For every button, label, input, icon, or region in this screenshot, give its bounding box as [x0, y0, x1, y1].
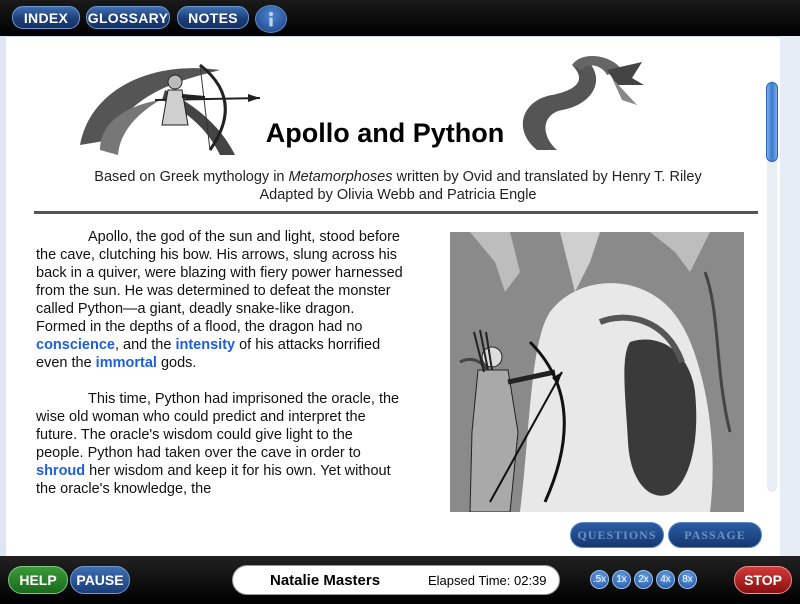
- adaptation-credit: Adapted by Olivia Webb and Patricia Engl…: [259, 187, 537, 203]
- paragraph-1: Apollo, the god of the sun and light, st…: [36, 229, 403, 371]
- glossary-button[interactable]: GLOSSARY: [86, 6, 170, 29]
- vocab-word-shroud[interactable]: shroud: [36, 463, 85, 479]
- vocab-word-intensity[interactable]: intensity: [175, 337, 235, 353]
- header-divider: [34, 211, 758, 214]
- vocab-word-immortal[interactable]: immortal: [96, 355, 157, 371]
- speed-0.5x-button[interactable]: .5x: [590, 570, 609, 589]
- student-name: Natalie Masters: [270, 572, 381, 589]
- cave-illustration: [450, 232, 744, 512]
- elapsed-time: Elapsed Time: 02:39: [428, 573, 547, 588]
- passage-scrollbar-thumb[interactable]: [766, 82, 778, 162]
- pause-button[interactable]: PAUSE: [70, 566, 130, 594]
- speed-2x-button[interactable]: 2x: [634, 570, 653, 589]
- passage-credit: Based on Greek mythology in Metamorphose…: [94, 169, 702, 203]
- questions-button[interactable]: QUESTIONS: [570, 522, 664, 548]
- index-button[interactable]: INDEX: [12, 6, 80, 29]
- source-work-title: Metamorphoses: [288, 169, 393, 185]
- passage-title: Apollo and Python: [265, 118, 505, 148]
- paragraph-2: This time, Python had imprisoned the ora…: [36, 391, 400, 497]
- help-button[interactable]: HELP: [8, 566, 68, 594]
- speed-4x-button[interactable]: 4x: [656, 570, 675, 589]
- vocab-word-conscience[interactable]: conscience: [36, 337, 115, 353]
- info-button[interactable]: [255, 5, 287, 33]
- passage-button[interactable]: PASSAGE: [668, 522, 762, 548]
- speed-1x-button[interactable]: 1x: [612, 570, 631, 589]
- passage-text: Apollo, the god of the sun and light, st…: [36, 228, 404, 512]
- info-icon: [269, 12, 273, 27]
- speed-8x-button[interactable]: 8x: [678, 570, 697, 589]
- python-dragon-illustration: [522, 55, 644, 150]
- notes-button[interactable]: NOTES: [177, 6, 249, 29]
- stop-button[interactable]: STOP: [734, 566, 792, 594]
